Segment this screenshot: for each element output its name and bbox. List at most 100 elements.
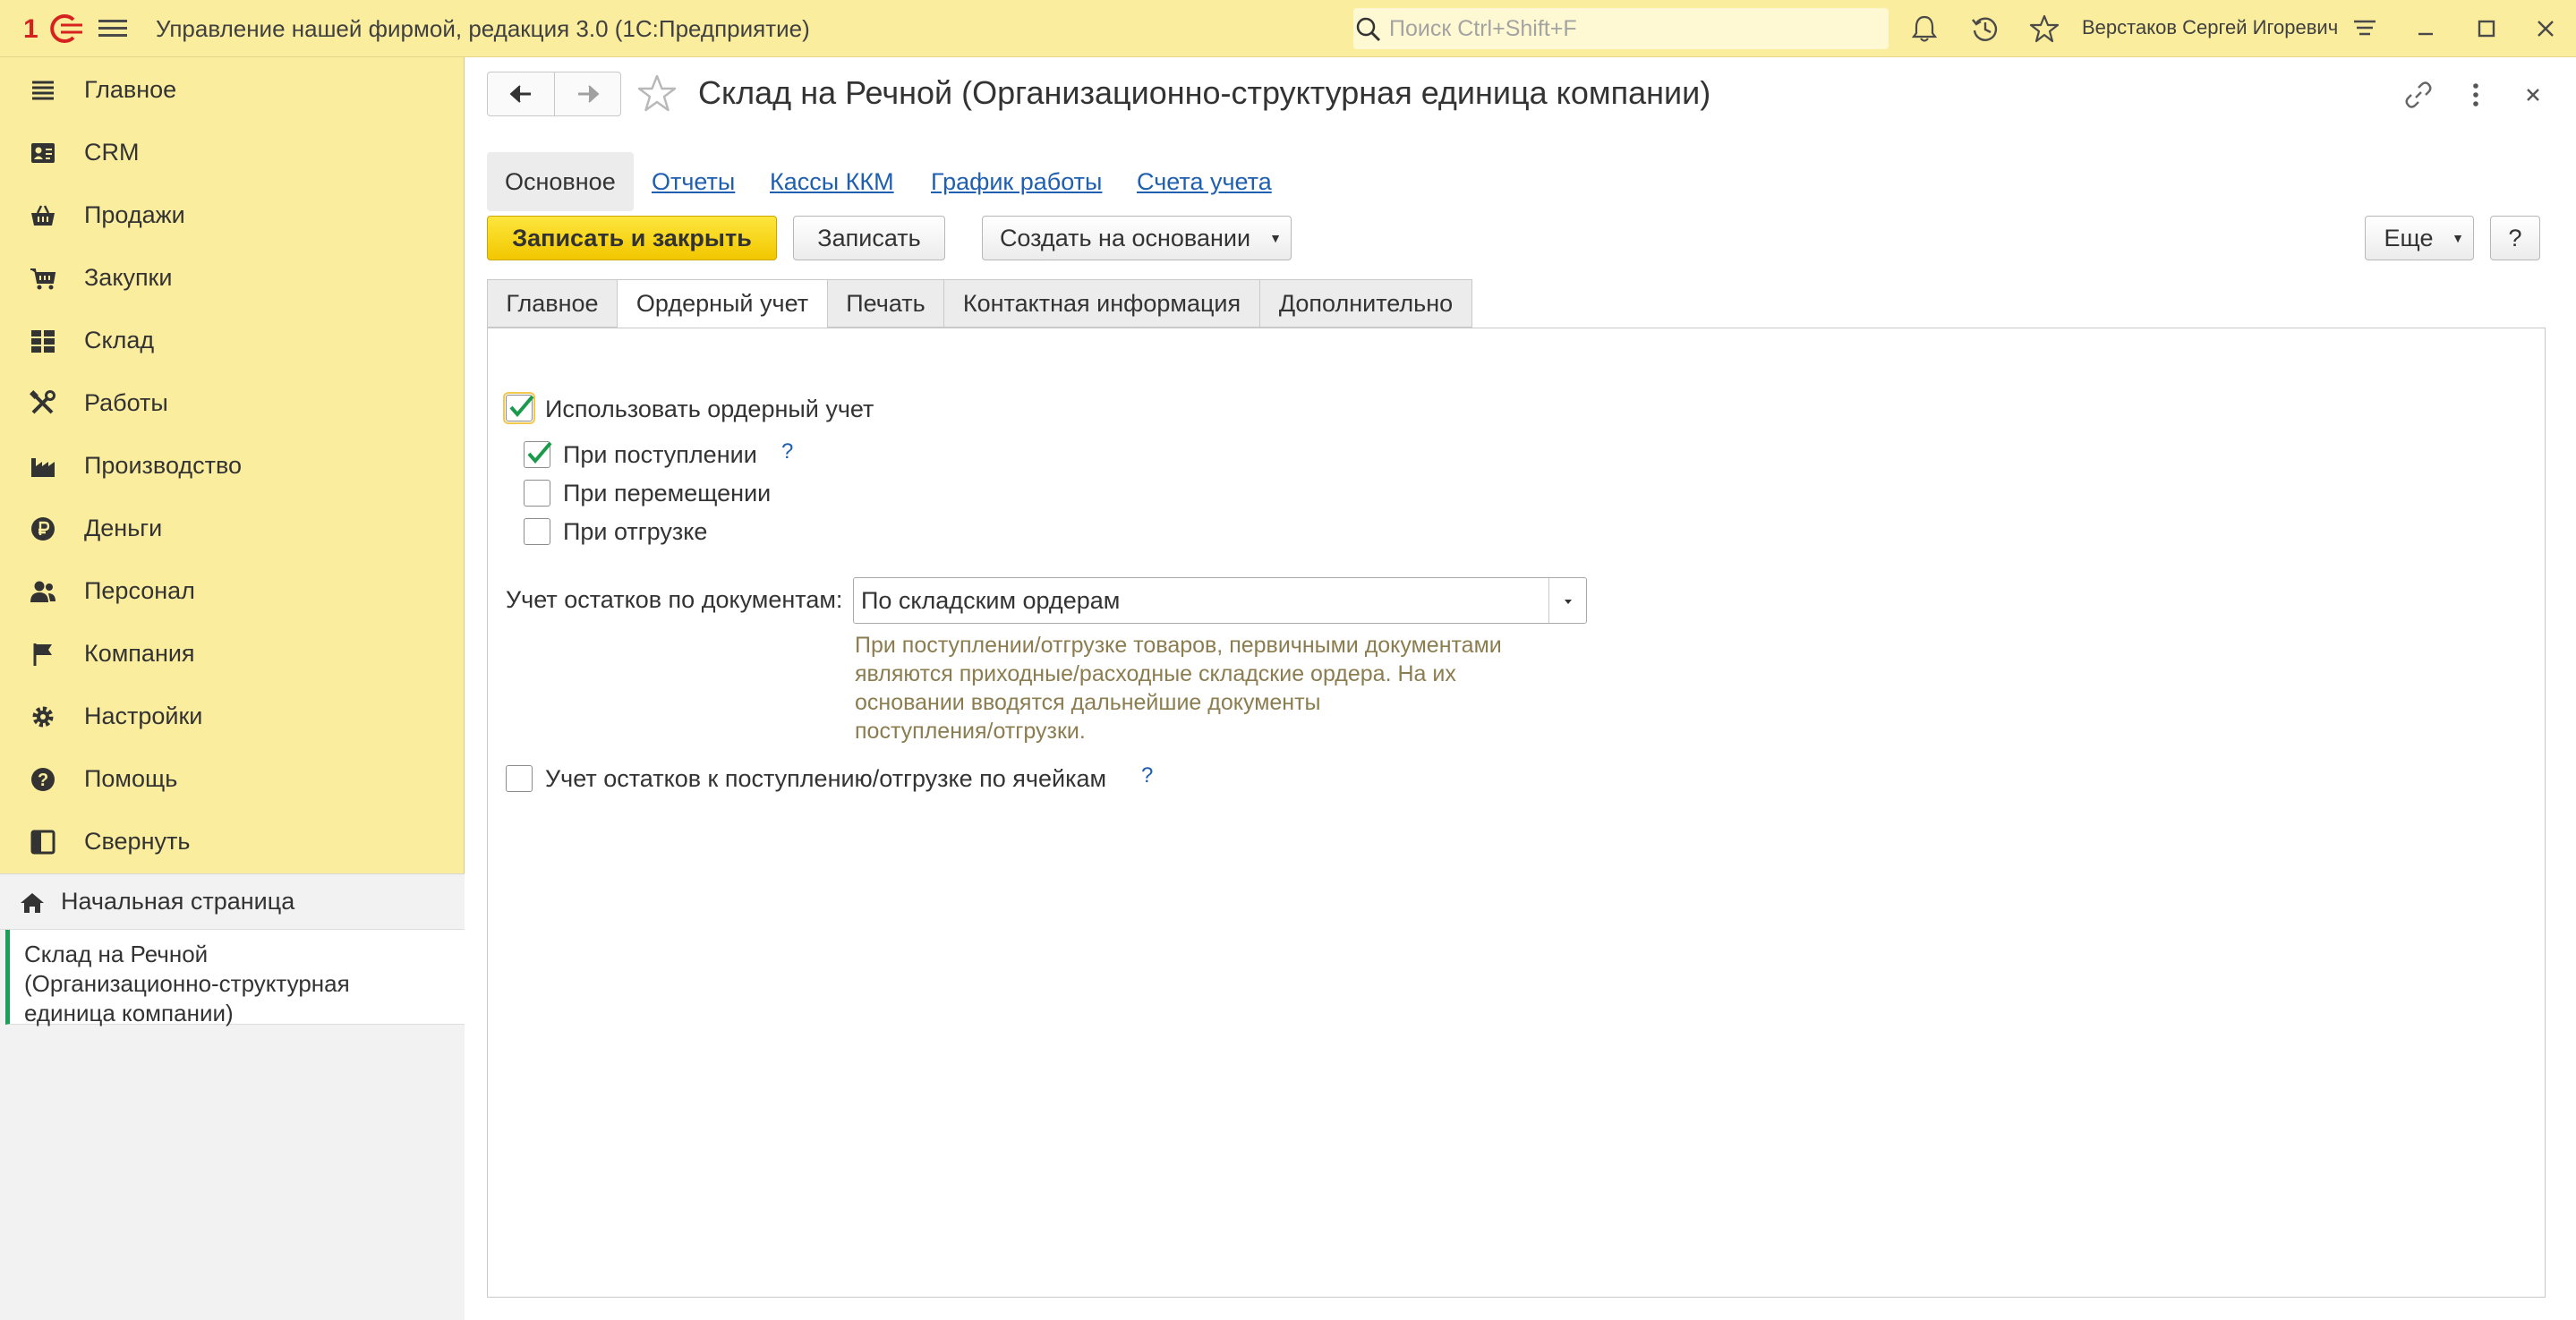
checkmark-icon: [527, 441, 552, 464]
sidebar-item-production[interactable]: Производство: [0, 439, 465, 493]
tab-contact-info[interactable]: Контактная информация: [943, 279, 1260, 328]
search-icon: [1356, 17, 1381, 42]
minimize-icon[interactable]: [2410, 13, 2442, 45]
open-window-item[interactable]: Склад на Речной (Организационно-структур…: [5, 930, 465, 1026]
main-menu-icon[interactable]: [97, 16, 129, 41]
sidebar-item-help[interactable]: ? Помощь: [0, 753, 465, 806]
panel-link-accounts[interactable]: Счета учета: [1137, 152, 1272, 211]
sidebar-item-crm[interactable]: CRM: [0, 126, 465, 180]
sidebar-item-label: Главное: [84, 76, 177, 103]
sidebar-item-collapse[interactable]: Свернуть: [0, 815, 465, 869]
people-icon: [30, 581, 55, 602]
checkmark-icon: [509, 395, 534, 418]
hint-line: являются приходные/расходные складские о…: [855, 661, 1456, 686]
more-button[interactable]: Еще ▼: [2365, 216, 2474, 260]
balances-by-documents-label: Учет остатков по документам:: [506, 586, 843, 613]
sidebar-item-label: Свернуть: [84, 828, 191, 855]
bell-icon[interactable]: [1908, 13, 1941, 45]
close-window-icon[interactable]: [2529, 13, 2562, 45]
sidebar-item-money[interactable]: Деньги: [0, 502, 465, 556]
panel-link-cash-registers[interactable]: Кассы ККМ: [770, 152, 894, 211]
hint-line: поступления/отгрузки.: [855, 719, 1086, 744]
home-icon: [21, 893, 44, 913]
cells-accounting-label: Учет остатков к поступлению/отгрузке по …: [545, 765, 1107, 792]
more-label: Еще: [2384, 225, 2434, 251]
sidebar-item-works[interactable]: Работы: [0, 377, 465, 430]
hamburger-list-icon: [32, 81, 54, 100]
open-windows-panel: Начальная страница Склад на Речной (Орга…: [0, 873, 465, 1320]
hint-line: основании вводятся дальнейшие документы: [855, 690, 1321, 715]
tab-additional[interactable]: Дополнительно: [1259, 279, 1472, 328]
arrow-right-icon: [578, 85, 600, 103]
history-nav: [487, 72, 621, 116]
tab-order-accounting[interactable]: Ордерный учет: [617, 279, 828, 328]
form-area: Склад на Речной (Организационно-структур…: [465, 57, 2576, 1320]
sidebar-item-label: Склад: [84, 327, 155, 353]
ruble-coin-icon: [31, 517, 55, 541]
svg-text:?: ?: [38, 771, 48, 790]
history-icon[interactable]: [1969, 13, 2001, 45]
maximize-icon[interactable]: [2470, 13, 2503, 45]
sidebar-item-staff[interactable]: Персонал: [0, 565, 465, 618]
search-box[interactable]: [1353, 8, 1889, 49]
sidebar-item-main[interactable]: Главное: [0, 64, 465, 117]
order-accounting-page: Использовать ордерный учет При поступлен…: [487, 328, 2546, 1298]
flag-icon: [33, 643, 52, 666]
sidebar-item-settings[interactable]: Настройки: [0, 690, 465, 744]
on-shipment-checkbox[interactable]: [524, 518, 550, 545]
more-vertical-icon[interactable]: [2458, 77, 2494, 113]
sidebar-item-company[interactable]: Компания: [0, 627, 465, 681]
create-based-on-label: Создать на основании: [999, 225, 1251, 251]
hint-line: При поступлении/отгрузке товаров, первич…: [855, 633, 1502, 658]
tab-print[interactable]: Печать: [827, 279, 944, 328]
help-button[interactable]: ?: [2490, 216, 2540, 260]
favorite-star-icon[interactable]: [635, 72, 678, 115]
panel-link-reports[interactable]: Отчеты: [652, 152, 735, 211]
settings-lines-icon[interactable]: [2349, 13, 2381, 45]
close-form-icon[interactable]: [2515, 77, 2551, 113]
sidebar-item-label: Деньги: [84, 515, 163, 541]
warehouse-grid-icon: [31, 330, 55, 353]
on-transfer-label: При перемещении: [563, 480, 772, 507]
cells-accounting-help-link[interactable]: ?: [1141, 763, 1153, 788]
panel-link-schedule[interactable]: График работы: [931, 152, 1102, 211]
save-and-close-button[interactable]: Записать и закрыть: [487, 216, 777, 260]
balances-by-documents-select[interactable]: По складским ордерам: [853, 577, 1587, 624]
forward-button[interactable]: [555, 72, 621, 115]
sidebar-item-warehouse[interactable]: Склад: [0, 314, 465, 368]
tab-main[interactable]: Главное: [487, 279, 618, 328]
dropdown-caret-icon: [1565, 600, 1572, 604]
sections-sidebar: Главное CRM Продажи Закупки Склад Работы…: [0, 57, 465, 1320]
gear-icon: [32, 706, 54, 728]
sidebar-item-label: Работы: [84, 389, 168, 416]
on-receipt-checkbox[interactable]: [524, 441, 552, 468]
search-input[interactable]: [1387, 13, 1871, 44]
cart-icon: [30, 268, 56, 290]
sidebar-item-label: Продажи: [84, 201, 185, 228]
sidebar-item-label: Персонал: [84, 577, 195, 604]
cells-accounting-checkbox[interactable]: [506, 765, 533, 792]
use-order-accounting-checkbox[interactable]: [503, 392, 535, 424]
logo-1c-icon: 1: [23, 14, 82, 44]
back-button[interactable]: [488, 72, 554, 115]
balances-by-documents-value: По складским ордерам: [861, 587, 1121, 614]
link-icon[interactable]: [2401, 77, 2436, 113]
home-page-label: Начальная страница: [61, 888, 295, 915]
on-transfer-checkbox[interactable]: [524, 480, 550, 507]
save-button[interactable]: Записать: [793, 216, 945, 260]
sidebar-item-sales[interactable]: Продажи: [0, 189, 465, 243]
tools-icon: [30, 390, 55, 414]
user-name[interactable]: Верстаков Сергей Игоревич: [2082, 16, 2338, 39]
sidebar-item-purchases[interactable]: Закупки: [0, 251, 465, 305]
on-receipt-help-link[interactable]: ?: [781, 439, 793, 464]
home-page-item[interactable]: Начальная страница: [0, 874, 465, 930]
dropdown-button[interactable]: [1548, 578, 1586, 623]
contacts-card-icon: [31, 143, 55, 163]
dropdown-caret-icon: ▼: [1269, 231, 1282, 245]
create-based-on-button[interactable]: Создать на основании ▼: [982, 216, 1292, 260]
sidebar-item-label: Настройки: [84, 703, 203, 729]
panel-main[interactable]: Основное: [487, 152, 634, 211]
favorites-star-icon[interactable]: [2028, 13, 2060, 45]
open-window-title: Склад на Речной: [24, 941, 209, 967]
on-shipment-label: При отгрузке: [563, 518, 708, 545]
